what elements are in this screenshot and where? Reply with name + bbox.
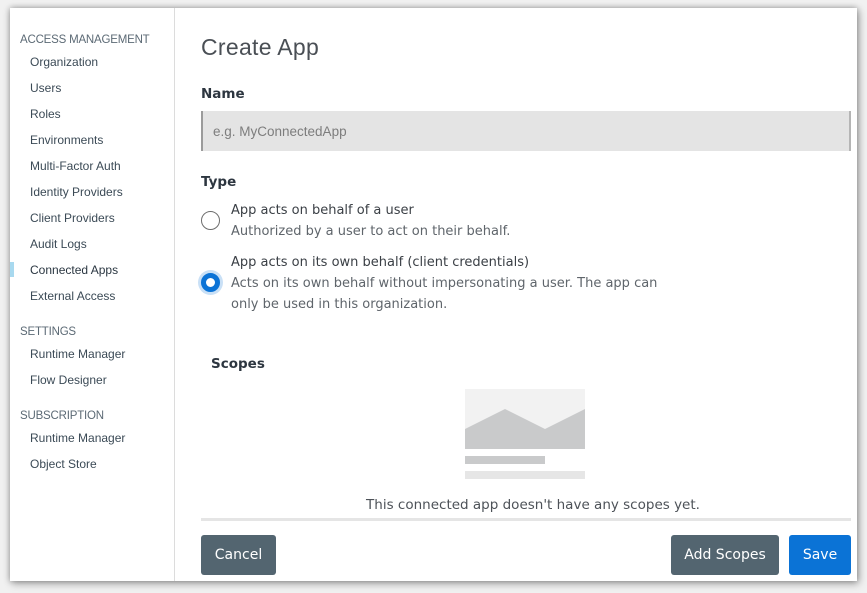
sidebar-item-environments[interactable]: Environments — [10, 130, 174, 156]
sidebar-item-external-access[interactable]: External Access — [10, 286, 174, 312]
type-label: Type — [201, 174, 237, 190]
illustration-line-long — [465, 471, 585, 479]
option-title: App acts on its own behalf (client crede… — [231, 255, 530, 270]
option-description: Authorized by a user to act on their beh… — [231, 224, 511, 239]
sidebar-item-flow-designer[interactable]: Flow Designer — [10, 370, 174, 396]
type-option-client-credentials[interactable]: App acts on its own behalf (client crede… — [201, 252, 671, 315]
sidebar-item-subscription-runtime-manager[interactable]: Runtime Manager — [10, 428, 174, 454]
sidebar-item-roles[interactable]: Roles — [10, 104, 174, 130]
type-option-user[interactable]: App acts on behalf of a user Authorized … — [201, 200, 671, 242]
app-window: ACCESS MANAGEMENT Organization Users Rol… — [10, 8, 857, 581]
sidebar-item-multi-factor-auth[interactable]: Multi-Factor Auth — [10, 156, 174, 182]
save-button[interactable]: Save — [789, 535, 851, 575]
empty-state-chart-illustration-icon — [465, 389, 585, 479]
sidebar-item-settings-runtime-manager[interactable]: Runtime Manager — [10, 344, 174, 370]
scopes-empty-message: This connected app doesn't have any scop… — [366, 497, 700, 513]
option-text: App acts on its own behalf (client crede… — [231, 252, 671, 315]
cancel-button[interactable]: Cancel — [201, 535, 276, 575]
scopes-label: Scopes — [211, 356, 265, 372]
sidebar-item-object-store[interactable]: Object Store — [10, 454, 174, 480]
sidebar-item-connected-apps[interactable]: Connected Apps — [10, 260, 174, 286]
option-title: App acts on behalf of a user — [231, 203, 414, 218]
sidebar: ACCESS MANAGEMENT Organization Users Rol… — [10, 8, 175, 581]
sidebar-section-settings: SETTINGS — [20, 326, 76, 338]
option-description: Acts on its own behalf without impersona… — [231, 276, 658, 312]
name-input[interactable] — [201, 111, 851, 151]
footer-divider — [201, 518, 851, 521]
option-text: App acts on behalf of a user Authorized … — [231, 200, 671, 242]
sidebar-item-users[interactable]: Users — [10, 78, 174, 104]
page-title: Create App — [201, 34, 320, 60]
create-app-form: Create App Name Type App acts on behalf … — [175, 8, 857, 581]
radio-on-behalf-of-user[interactable] — [201, 211, 220, 230]
sidebar-item-identity-providers[interactable]: Identity Providers — [10, 182, 174, 208]
radio-client-credentials[interactable] — [201, 273, 220, 292]
name-label: Name — [201, 86, 245, 102]
add-scopes-button[interactable]: Add Scopes — [671, 535, 779, 575]
sidebar-section-subscription: SUBSCRIPTION — [20, 410, 104, 422]
illustration-line-short — [465, 456, 545, 464]
sidebar-item-organization[interactable]: Organization — [10, 52, 174, 78]
sidebar-item-client-providers[interactable]: Client Providers — [10, 208, 174, 234]
sidebar-item-audit-logs[interactable]: Audit Logs — [10, 234, 174, 260]
sidebar-section-access-management: ACCESS MANAGEMENT — [20, 34, 150, 46]
